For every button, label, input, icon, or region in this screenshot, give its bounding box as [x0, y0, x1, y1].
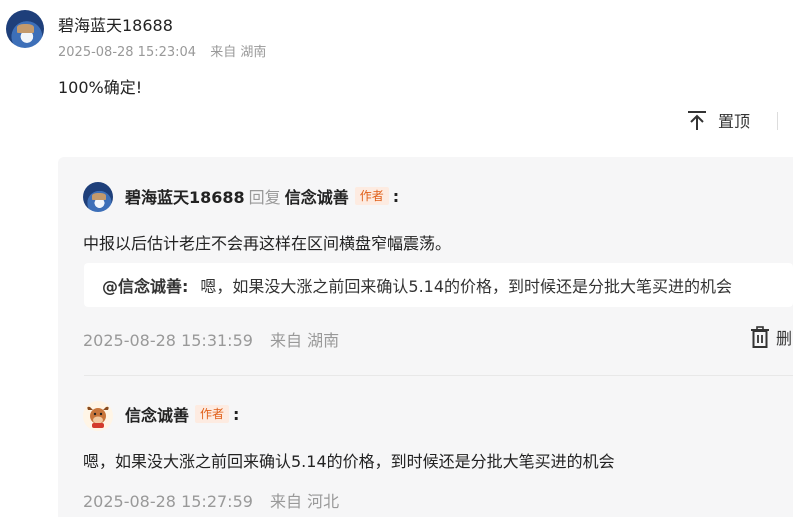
author-badge: 作者 [354, 187, 389, 205]
reply-meta: 2025-08-28 15:31:59 来自 湖南 [83, 327, 339, 351]
pin-top-icon [688, 111, 706, 130]
reply-timestamp: 2025-08-28 15:31:59 [83, 331, 253, 350]
author-badge: 作者 [195, 405, 230, 423]
reply-header: 碧海蓝天18688 回复 信念诚善 作者 : [125, 184, 399, 208]
reply-location: 来自 河北 [270, 492, 340, 511]
reply-meta: 2025-08-28 15:27:59 来自 河北 [83, 488, 339, 512]
comment-timestamp: 2025-08-28 15:23:04 [58, 45, 197, 60]
reply-avatar[interactable] [83, 182, 113, 212]
trash-icon [751, 326, 769, 348]
comment-content: 100%确定! [58, 78, 143, 97]
reply-colon: : [233, 404, 240, 424]
cow-avatar-icon [87, 406, 109, 428]
comment-meta: 2025-08-28 15:23:04 来自 湖南 [58, 41, 266, 60]
reply-content: 嗯，如果没大涨之前回来确认5.14的价格，到时候还是分批大笔买进的机会 [83, 452, 615, 471]
pin-top-label: 置顶 [718, 112, 751, 131]
author-avatar[interactable] [83, 401, 113, 431]
delete-label: 删 [776, 329, 793, 348]
reply-timestamp: 2025-08-28 15:27:59 [83, 492, 253, 511]
reply-word: 回复 [248, 188, 281, 207]
comment-username[interactable]: 碧海蓝天18688 [58, 12, 173, 36]
reply-username[interactable]: 碧海蓝天18688 [125, 184, 245, 208]
reply-username[interactable]: 信念诚善 [125, 402, 189, 426]
reply-content: 中报以后估计老庄不会再这样在区间横盘窄幅震荡。 [83, 234, 452, 253]
delete-button[interactable]: 删 [750, 325, 792, 349]
reply-separator [84, 375, 793, 376]
quoted-reply: @信念诚善: 嗯，如果没大涨之前回来确认5.14的价格，到时候还是分批大笔买进的… [84, 263, 793, 307]
pin-top-button[interactable]: 置顶 [686, 108, 750, 132]
quoted-text: 嗯，如果没大涨之前回来确认5.14的价格，到时候还是分批大笔买进的机会 [200, 277, 733, 296]
reply-header: 信念诚善 作者 : [125, 402, 239, 426]
reply-colon: : [392, 186, 400, 206]
reply-target[interactable]: 信念诚善 [285, 184, 349, 208]
reply-location: 来自 湖南 [270, 331, 340, 350]
comment-location: 来自 湖南 [210, 45, 267, 60]
action-divider [777, 112, 778, 130]
quoted-username[interactable]: @信念诚善: [102, 273, 188, 297]
user-avatar[interactable] [6, 10, 44, 48]
